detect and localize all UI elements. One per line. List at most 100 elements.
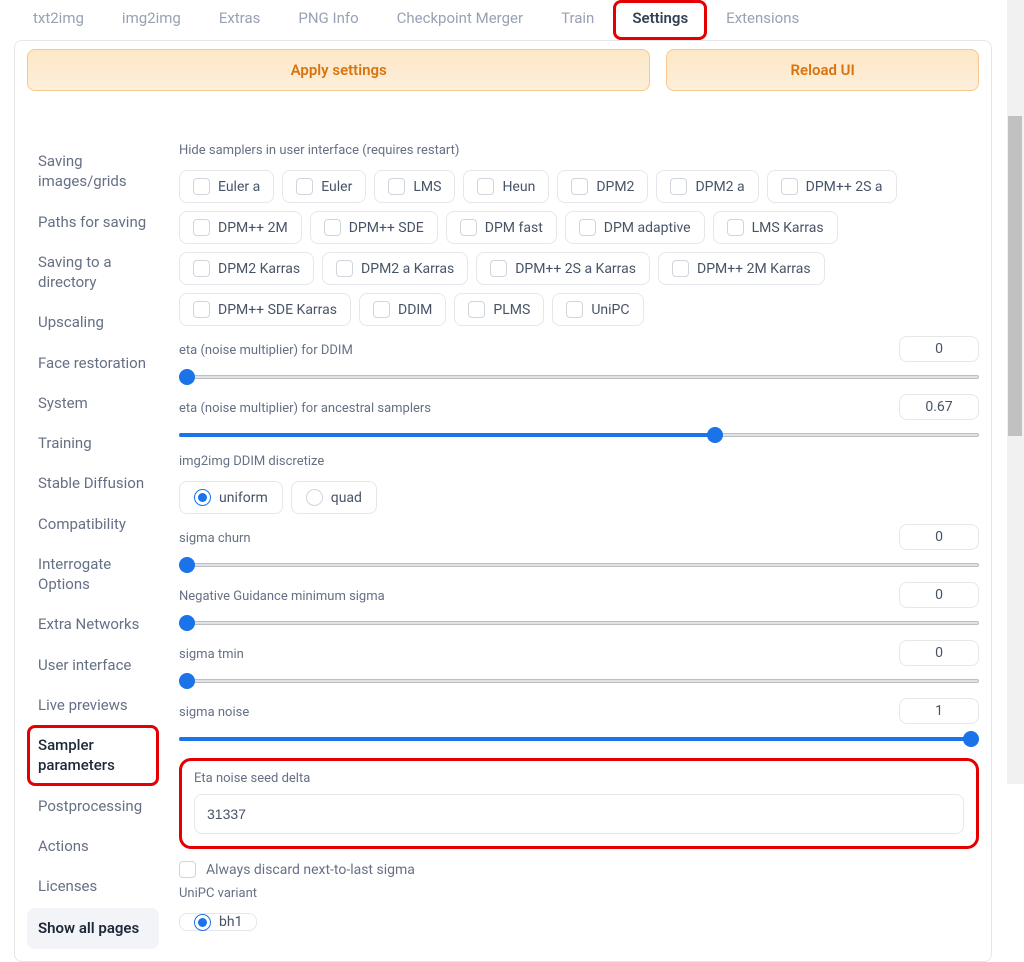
sidebar-item-user-interface[interactable]: User interface [27, 645, 159, 685]
checkbox-icon [781, 178, 798, 195]
checkbox-icon [727, 219, 744, 236]
sampler-chip-dpm-sde[interactable]: DPM++ SDE [310, 211, 438, 244]
sampler-label: DPM2 a [695, 179, 744, 195]
checkbox-icon [193, 260, 210, 277]
sigma-churn-value[interactable]: 0 [899, 524, 979, 550]
eta-ddim-slider[interactable] [179, 368, 979, 386]
sidebar-item-upscaling[interactable]: Upscaling [27, 302, 159, 342]
discretize-uniform[interactable]: uniform [179, 481, 283, 514]
sampler-chip-dpm-fast[interactable]: DPM fast [446, 211, 557, 244]
eta-ddim-label: eta (noise multiplier) for DDIM [179, 343, 887, 358]
sidebar-item-actions[interactable]: Actions [27, 826, 159, 866]
tab-checkpoint-merger[interactable]: Checkpoint Merger [378, 0, 542, 40]
sampler-chip-dpm2-karras[interactable]: DPM2 Karras [179, 252, 314, 285]
sigma-churn-label: sigma churn [179, 531, 887, 546]
tab-train[interactable]: Train [542, 0, 613, 40]
apply-settings-button[interactable]: Apply settings [27, 49, 650, 91]
sampler-chip-lms-karras[interactable]: LMS Karras [713, 211, 838, 244]
tab-extras[interactable]: Extras [200, 0, 280, 40]
sidebar-item-compatibility[interactable]: Compatibility [27, 504, 159, 544]
checkbox-icon [193, 178, 210, 195]
sigma-noise-label: sigma noise [179, 705, 887, 720]
show-all-pages-button[interactable]: Show all pages [27, 908, 159, 948]
sampler-label: Heun [502, 179, 535, 195]
sampler-label: DPM2 [596, 179, 634, 195]
sampler-chip-heun[interactable]: Heun [463, 170, 549, 203]
sidebar-item-face-restoration[interactable]: Face restoration [27, 343, 159, 383]
sampler-chip-lms[interactable]: LMS [374, 170, 455, 203]
sampler-chip-euler-a[interactable]: Euler a [179, 170, 274, 203]
checkbox-icon [468, 301, 485, 318]
checkbox-icon [193, 219, 210, 236]
sigma-noise-slider[interactable] [179, 730, 979, 748]
sampler-chip-dpm2[interactable]: DPM2 [557, 170, 648, 203]
tab-settings[interactable]: Settings [613, 0, 707, 40]
sampler-label: DPM++ 2M [218, 220, 288, 236]
sigma-noise-value[interactable]: 1 [899, 698, 979, 724]
reload-ui-button[interactable]: Reload UI [666, 49, 979, 91]
sampler-label: DPM++ 2M Karras [697, 261, 811, 277]
neg-guidance-value[interactable]: 0 [899, 582, 979, 608]
sidebar-item-stable-diffusion[interactable]: Stable Diffusion [27, 463, 159, 503]
eta-seed-delta-input[interactable] [194, 794, 964, 834]
neg-guidance-label: Negative Guidance minimum sigma [179, 589, 887, 604]
sidebar-item-system[interactable]: System [27, 383, 159, 423]
sidebar-item-licenses[interactable]: Licenses [27, 866, 159, 906]
sampler-label: UniPC [591, 302, 629, 318]
checkbox-icon [296, 178, 313, 195]
sampler-label: DPM++ SDE Karras [218, 302, 337, 318]
eta-ancestral-value[interactable]: 0.67 [899, 394, 979, 420]
eta-seed-delta-section: Eta noise seed delta [179, 758, 979, 849]
sampler-label: DPM fast [485, 220, 543, 236]
sidebar-item-training[interactable]: Training [27, 423, 159, 463]
sampler-chip-dpm-2m[interactable]: DPM++ 2M [179, 211, 302, 244]
scrollbar-thumb[interactable] [1008, 116, 1022, 436]
sampler-label: DDIM [398, 302, 432, 318]
sampler-chip-plms[interactable]: PLMS [454, 293, 544, 326]
sampler-chip-unipc[interactable]: UniPC [552, 293, 643, 326]
sampler-chip-dpm2-a-karras[interactable]: DPM2 a Karras [322, 252, 468, 285]
sigma-churn-slider[interactable] [179, 556, 979, 574]
sampler-chip-dpm-2s-a[interactable]: DPM++ 2S a [767, 170, 897, 203]
page-scrollbar[interactable] [1007, 0, 1024, 784]
sampler-chip-dpm-2m-karras[interactable]: DPM++ 2M Karras [658, 252, 825, 285]
sidebar-item-interrogate-options[interactable]: Interrogate Options [27, 544, 159, 605]
sampler-label: DPM++ 2S a [806, 179, 883, 195]
sigma-tmin-label: sigma tmin [179, 647, 887, 662]
hide-samplers-label: Hide samplers in user interface (require… [179, 143, 979, 158]
sidebar-item-saving-images-grids[interactable]: Saving images/grids [27, 141, 159, 202]
checkbox-icon [566, 301, 583, 318]
sigma-tmin-slider[interactable] [179, 672, 979, 690]
checkbox-icon [571, 178, 588, 195]
sampler-chip-dpm-2s-a-karras[interactable]: DPM++ 2S a Karras [476, 252, 650, 285]
neg-guidance-slider[interactable] [179, 614, 979, 632]
tab-img2img[interactable]: img2img [103, 0, 200, 40]
sidebar-item-extra-networks[interactable]: Extra Networks [27, 604, 159, 644]
sampler-chip-euler[interactable]: Euler [282, 170, 366, 203]
unipc-variant-option[interactable]: bh1 [179, 913, 257, 931]
tab-extensions[interactable]: Extensions [707, 0, 818, 40]
eta-ddim-value[interactable]: 0 [899, 336, 979, 362]
sampler-chip-dpm2-a[interactable]: DPM2 a [656, 170, 758, 203]
eta-ancestral-slider[interactable] [179, 426, 979, 444]
checkbox-icon [324, 219, 341, 236]
sampler-chip-ddim[interactable]: DDIM [359, 293, 446, 326]
sidebar-item-postprocessing[interactable]: Postprocessing [27, 786, 159, 826]
sidebar-item-sampler-parameters[interactable]: Sampler parameters [27, 725, 159, 786]
radio-icon [194, 914, 211, 931]
checkbox-icon [490, 260, 507, 277]
sampler-label: DPM++ 2S a Karras [515, 261, 636, 277]
sidebar-item-live-previews[interactable]: Live previews [27, 685, 159, 725]
sampler-chip-dpm-adaptive[interactable]: DPM adaptive [565, 211, 705, 244]
tab-txt2img[interactable]: txt2img [14, 0, 103, 40]
ddim-discretize-label: img2img DDIM discretize [179, 454, 979, 469]
discard-sigma-checkbox[interactable] [179, 861, 196, 878]
sampler-chip-dpm-sde-karras[interactable]: DPM++ SDE Karras [179, 293, 351, 326]
sidebar-item-saving-to-a-directory[interactable]: Saving to a directory [27, 242, 159, 303]
tab-png-info[interactable]: PNG Info [279, 0, 377, 40]
sidebar-item-paths-for-saving[interactable]: Paths for saving [27, 202, 159, 242]
discretize-quad[interactable]: quad [291, 481, 377, 514]
sigma-tmin-value[interactable]: 0 [899, 640, 979, 666]
sampler-label: DPM++ SDE [349, 220, 424, 236]
radio-label: quad [331, 490, 362, 506]
